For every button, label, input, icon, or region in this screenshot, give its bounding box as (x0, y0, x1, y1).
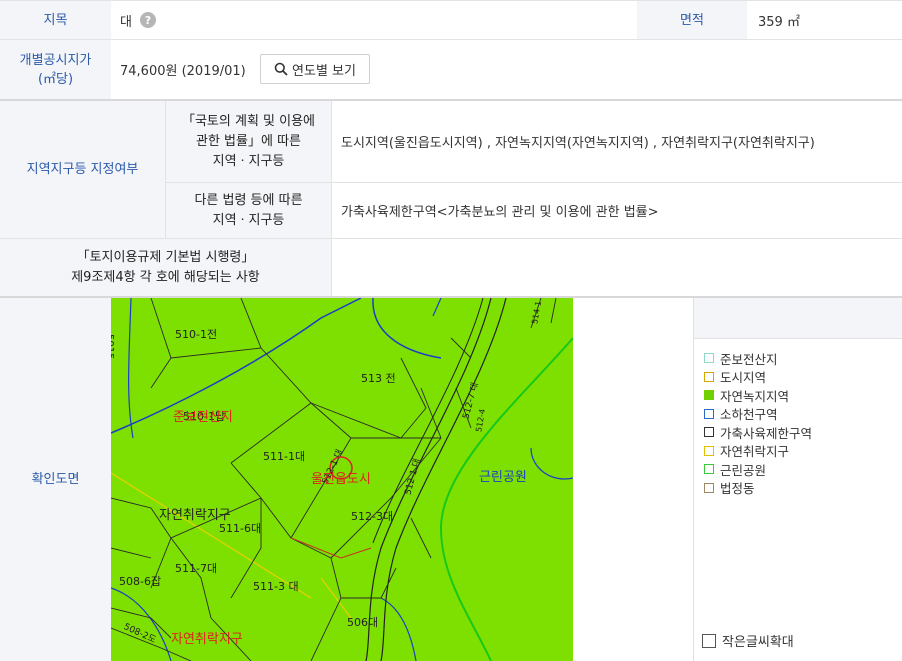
legend-item: 자연취락지구 (704, 442, 812, 461)
legend-item: 도시지역 (704, 368, 812, 387)
price-label-line2: (㎡당) (37, 71, 74, 87)
legend-label: 준보전산지 (720, 351, 778, 367)
zone-label: 자연취락지구 (159, 508, 231, 523)
zone-boundary (372, 298, 442, 359)
parcel-label: 512-3대 (351, 510, 394, 523)
category-value: 대 (120, 14, 132, 30)
legend-panel: 준보전산지 도시지역 자연녹지지역 소하천구역 가축사육제한구역 자연취락지구 … (693, 298, 902, 661)
legend-label: 도시지역 (720, 370, 767, 386)
yearly-view-button[interactable]: 연도별 보기 (260, 54, 370, 84)
legend-label: 법정동 (720, 481, 755, 497)
legend-swatch (704, 408, 714, 419)
zoning-other-law-line1: 다른 법령 등에 따른 (194, 192, 303, 208)
legend-swatch (704, 445, 714, 456)
col-divider (331, 239, 332, 296)
price-label-line1: 개별공시지가 (19, 52, 92, 68)
legend-item: 소하천구역 (704, 405, 812, 424)
zone-boundary (111, 298, 362, 434)
parcel-label: 511-7대 (175, 562, 218, 575)
legend-swatch (704, 482, 714, 493)
zoning-label: 지역지구등 지정여부 (0, 101, 165, 238)
legend-swatch (704, 371, 714, 382)
legend-swatch (704, 353, 714, 364)
yearly-view-label: 연도별 보기 (292, 63, 356, 79)
zoning-national-law-line2: 관한 법률」에 따른 (196, 133, 301, 149)
zoning-other-law-value: 가축사육제한구역<가축분뇨의 관리 및 이용에 관한 법률> (341, 205, 659, 220)
zone-boundary (432, 298, 442, 317)
category-label: 지목 (0, 1, 111, 39)
parcel-label: 511-1대 (263, 450, 306, 463)
legend-item: 준보전산지 (704, 349, 812, 368)
small-font-enlarge-toggle[interactable]: 작은글씨확대 (702, 631, 794, 650)
parcel-label: 5015 (111, 334, 115, 360)
legend-item: 법정동 (704, 479, 812, 498)
price-label: 개별공시지가 (㎡당) (0, 40, 111, 99)
price-value: 74,600원 (2019/01) (120, 64, 246, 79)
zone-boundary (128, 298, 134, 439)
legend-swatch (704, 464, 714, 475)
confirmation-map[interactable]: 510-1전 513 전 511-1대 512-3대 511-6대 511-7대… (111, 298, 573, 661)
price-value-cell: 74,600원 (2019/01) (120, 40, 246, 99)
legend-list: 준보전산지 도시지역 자연녹지지역 소하천구역 가축사육제한구역 자연취락지구 … (704, 349, 812, 497)
park-boundary (439, 337, 573, 661)
area-label: 면적 (637, 1, 747, 39)
help-icon[interactable]: ? (139, 12, 156, 28)
zoning-other-law-line2: 지역ㆍ지구등 (212, 212, 285, 228)
road-line (372, 298, 484, 544)
small-font-checkbox[interactable] (702, 633, 716, 648)
parcel-label: 511-3 대 (253, 580, 299, 593)
legend-swatch (704, 390, 714, 401)
map-label: 확인도면 (0, 298, 111, 661)
legend-swatch (704, 427, 714, 438)
legend-header (694, 298, 902, 339)
zoning-national-law-line3: 지역ㆍ지구등 (212, 153, 285, 169)
regulation-label: 「토지이용규제 기본법 시행령」 제9조제4항 각 호에 해당되는 사항 (0, 239, 331, 296)
zone-boundary (380, 597, 417, 661)
parcel-label: 513 전 (361, 372, 396, 385)
col-divider (331, 101, 332, 238)
legend-label: 가축사육제한구역 (720, 425, 813, 441)
category-value-cell: 대 ? (120, 1, 156, 39)
parcel-label: 506대 (347, 616, 379, 629)
regulation-label-line2: 제9조제4항 각 호에 해당되는 사항 (71, 269, 260, 285)
zoning-other-law-label: 다른 법령 등에 따른 지역ㆍ지구등 (166, 183, 331, 238)
zone-boundary (530, 447, 573, 480)
zone-label: 자연취락지구 (171, 632, 243, 647)
red-line (290, 537, 372, 559)
zoning-national-law-line1: 「국토의 계획 및 이용에 (181, 113, 316, 129)
road-line (365, 298, 492, 661)
area-value: 359 ㎡ (758, 14, 800, 30)
legend-label: 자연취락지구 (720, 444, 790, 460)
zone-label: 울진읍도시 (311, 472, 371, 487)
zone-label: 준보전산지 (173, 410, 233, 425)
zoning-national-law-label: 「국토의 계획 및 이용에 관한 법률」에 따른 지역ㆍ지구등 (166, 101, 331, 182)
legend-item: 가축사육제한구역 (704, 423, 812, 442)
legend-label: 자연녹지지역 (720, 388, 790, 404)
parcel-label: 508-6잡 (119, 575, 162, 588)
legend-label: 소하천구역 (720, 407, 778, 423)
zone-boundary (111, 587, 172, 661)
zone-label: 근린공원 (479, 470, 527, 485)
parcel-label: 510-1전 (175, 328, 218, 341)
zoning-national-law-value: 도시지역(울진읍도시지역) , 자연녹지지역(자연녹지지역) , 자연취락지구(… (341, 136, 815, 151)
regulation-label-line1: 「토지이용규제 기본법 시행령」 (76, 249, 255, 265)
small-font-label: 작은글씨확대 (722, 635, 794, 650)
search-icon (274, 62, 288, 76)
legend-item: 근린공원 (704, 460, 812, 479)
legend-label: 근린공원 (720, 462, 767, 478)
legend-item: 자연녹지지역 (704, 386, 812, 405)
